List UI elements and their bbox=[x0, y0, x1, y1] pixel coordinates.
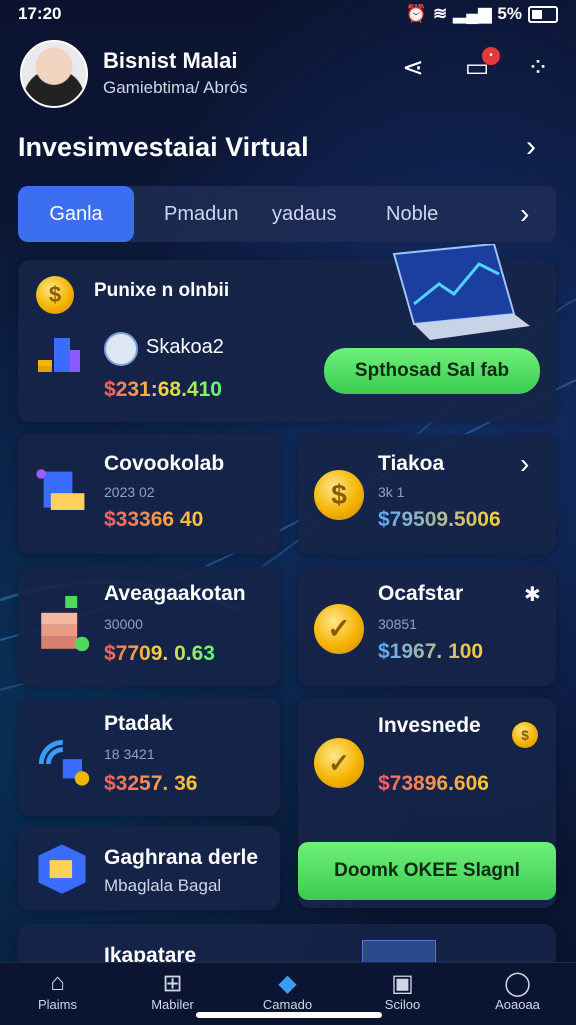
investment-card[interactable]: Ptadak 18 3421 $3257. 36 bbox=[18, 698, 280, 816]
hero-amount: $231:68.410 bbox=[104, 378, 222, 401]
card-amount: $79509.5006 bbox=[378, 508, 501, 531]
card-title: Gaghrana derle bbox=[104, 846, 259, 869]
card-amount: $33366 40 bbox=[104, 508, 204, 531]
card-amount: $3257. 36 bbox=[104, 772, 198, 795]
profile-name: Bisnist Malai bbox=[103, 48, 238, 73]
nav-item-mabiler[interactable]: ⊞ Mabiler bbox=[115, 963, 230, 1012]
grid-icon: ⊞ bbox=[162, 970, 183, 997]
section-title: Invesimvestaiai Virtual bbox=[18, 132, 309, 162]
share-icon[interactable]: ⋖ bbox=[398, 52, 428, 82]
card-title: Covookolab bbox=[104, 452, 225, 475]
status-icons: ⏰ ≋ ▂▄▆ 5% bbox=[406, 4, 558, 24]
investment-card[interactable]: $ Tiakoa › 3k 1 $79509.5006 bbox=[298, 434, 556, 554]
card-more-icon[interactable]: ✱ bbox=[524, 582, 541, 607]
hero-asset: Skakoa2 bbox=[146, 336, 224, 358]
tab-ganla[interactable]: Ganla bbox=[18, 186, 134, 242]
check-coin-icon: ✓ bbox=[314, 738, 364, 788]
profile-subtitle: Gamiebtima/ Abrós bbox=[103, 78, 248, 97]
nav-item-plaims[interactable]: ⌂ Plaims bbox=[0, 963, 115, 1012]
card-title: Tiakoa bbox=[378, 452, 445, 475]
card-title: Ptadak bbox=[104, 712, 173, 735]
map-box-icon bbox=[38, 844, 86, 894]
hero-action-button[interactable]: Spthosad Sal fab bbox=[324, 348, 540, 394]
card-title: Aveagaakotan bbox=[104, 582, 246, 605]
signal-tower-icon bbox=[38, 740, 90, 786]
nav-label: Mabiler bbox=[151, 997, 194, 1012]
section-chevron-right-icon[interactable]: › bbox=[526, 130, 536, 164]
notification-badge: • bbox=[482, 47, 500, 65]
settings-icon[interactable]: ⁘ bbox=[523, 52, 553, 82]
laptop-chart-icon bbox=[392, 244, 530, 340]
small-coin-icon: $ bbox=[512, 722, 538, 748]
nav-label: Sciloo bbox=[384, 997, 421, 1012]
person-icon: ◯ bbox=[504, 970, 531, 997]
primary-action-button[interactable]: Doomk OKEE Slagnl bbox=[298, 842, 556, 900]
coin-stack-icon bbox=[38, 338, 80, 372]
card-chevron-right-icon[interactable]: › bbox=[520, 448, 529, 480]
card-title: Invesnede bbox=[378, 714, 481, 737]
wifi-icon: ≋ bbox=[432, 4, 448, 23]
stack-box-icon bbox=[41, 596, 90, 652]
tab-noble[interactable]: Noble bbox=[386, 186, 438, 242]
alarm-icon: ⏰ bbox=[405, 4, 427, 23]
home-indicator[interactable] bbox=[196, 1012, 382, 1018]
card-title: Ocafstar bbox=[378, 582, 464, 605]
status-bar: 17:20 ⏰ ≋ ▂▄▆ 5% bbox=[0, 0, 576, 30]
investment-card[interactable]: Gaghrana derle Mbaglala Bagal bbox=[18, 826, 280, 910]
card-amount: $73896.606 bbox=[378, 772, 489, 795]
card-subtitle: 30851 bbox=[378, 616, 417, 632]
mailbox-icon: ▣ bbox=[391, 970, 414, 997]
nav-label: Camado bbox=[262, 997, 313, 1012]
investment-card[interactable]: Aveagaakotan 30000 $7709. 0.63 bbox=[18, 566, 280, 686]
asset-icon bbox=[104, 332, 138, 366]
tabs-chevron-right-icon[interactable]: › bbox=[520, 186, 529, 242]
tab-yadaus[interactable]: yadaus bbox=[272, 186, 337, 242]
battery-icon bbox=[528, 5, 558, 23]
home-icon: ⌂ bbox=[50, 969, 65, 996]
avatar[interactable] bbox=[20, 40, 88, 108]
battery-percent: 5% bbox=[497, 4, 522, 23]
card-amount: $1967. 100 bbox=[378, 640, 484, 663]
card-subtitle: 18 3421 bbox=[104, 746, 155, 762]
nav-item-aoaoaa[interactable]: ◯ Aoaoaa bbox=[460, 963, 575, 1012]
card-subtitle: 2023 02 bbox=[104, 484, 155, 500]
nav-item-sciloo[interactable]: ▣ Sciloo bbox=[345, 963, 460, 1012]
card-amount: $7709. 0.63 bbox=[104, 642, 215, 665]
nav-label: Plaims bbox=[37, 997, 77, 1012]
investment-card[interactable]: Covookolab 2023 02 $33366 40 bbox=[18, 434, 280, 554]
check-coin-icon: ✓ bbox=[314, 604, 364, 654]
tab-bar: Ganla Pmadun yadaus Noble › bbox=[18, 186, 556, 242]
investment-card[interactable]: ✓ Ocafstar ✱ 30851 $1967. 100 bbox=[298, 566, 556, 686]
hero-card[interactable]: $ Punixe n olnbii Skakoa2 $231:68.410 Sp… bbox=[18, 244, 556, 422]
hero-title: Punixe n olnbii bbox=[94, 280, 230, 301]
signal-icon: ▂▄▆ bbox=[453, 4, 492, 23]
card-subtitle: 3k 1 bbox=[378, 484, 405, 500]
card-subtitle: 30000 bbox=[104, 616, 143, 632]
cube-icon: ◆ bbox=[278, 970, 297, 997]
server-icon bbox=[36, 469, 85, 510]
nav-item-camado[interactable]: ◆ Camado bbox=[230, 963, 345, 1012]
card-subtitle: Mbaglala Bagal bbox=[104, 876, 222, 895]
coin-icon: $ bbox=[36, 276, 74, 314]
nav-label: Aoaoaa bbox=[495, 997, 540, 1012]
status-time: 17:20 bbox=[18, 4, 62, 23]
dollar-coin-icon: $ bbox=[314, 470, 364, 520]
tab-pmadun[interactable]: Pmadun bbox=[164, 186, 239, 242]
